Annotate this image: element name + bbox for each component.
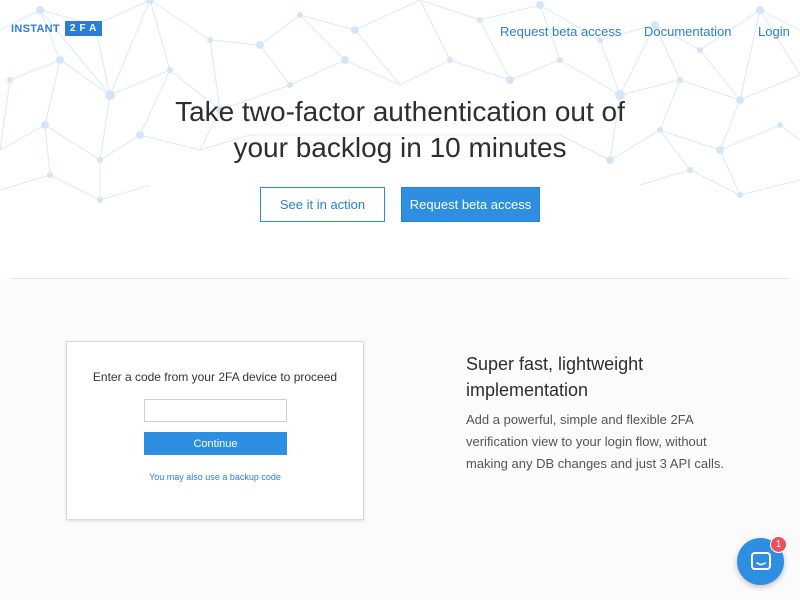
nav-login[interactable]: Login	[758, 24, 790, 39]
page: INSTANT 2FA Request beta access Document…	[0, 0, 800, 600]
backup-code-link[interactable]: You may also use a backup code	[67, 472, 363, 482]
2fa-demo-card: Enter a code from your 2FA device to pro…	[66, 341, 364, 520]
hero-headline: Take two-factor authentication out of yo…	[0, 94, 800, 166]
chat-bubble-icon	[750, 551, 771, 570]
feature-title: Super fast, lightweight implementation	[466, 354, 644, 400]
headline-line-2: your backlog in 10 minutes	[233, 132, 567, 163]
notification-badge: 1	[770, 536, 787, 553]
logo-wordmark: INSTANT	[11, 22, 60, 35]
nav-documentation[interactable]: Documentation	[644, 24, 731, 39]
continue-button[interactable]: Continue	[144, 432, 287, 455]
request-beta-access-button[interactable]: Request beta access	[401, 187, 540, 222]
code-input[interactable]	[144, 399, 287, 422]
headline-line-1: Take two-factor authentication out of	[175, 96, 625, 127]
brand-logo[interactable]: INSTANT 2FA	[11, 21, 103, 36]
feature-description: Add a powerful, simple and flexible 2FA …	[466, 412, 724, 471]
nav-request-beta-access[interactable]: Request beta access	[500, 24, 621, 39]
see-it-in-action-button[interactable]: See it in action	[260, 187, 385, 222]
card-prompt: Enter a code from your 2FA device to pro…	[92, 370, 338, 384]
logo-badge: 2FA	[64, 21, 103, 36]
hero-section: INSTANT 2FA Request beta access Document…	[0, 0, 800, 250]
